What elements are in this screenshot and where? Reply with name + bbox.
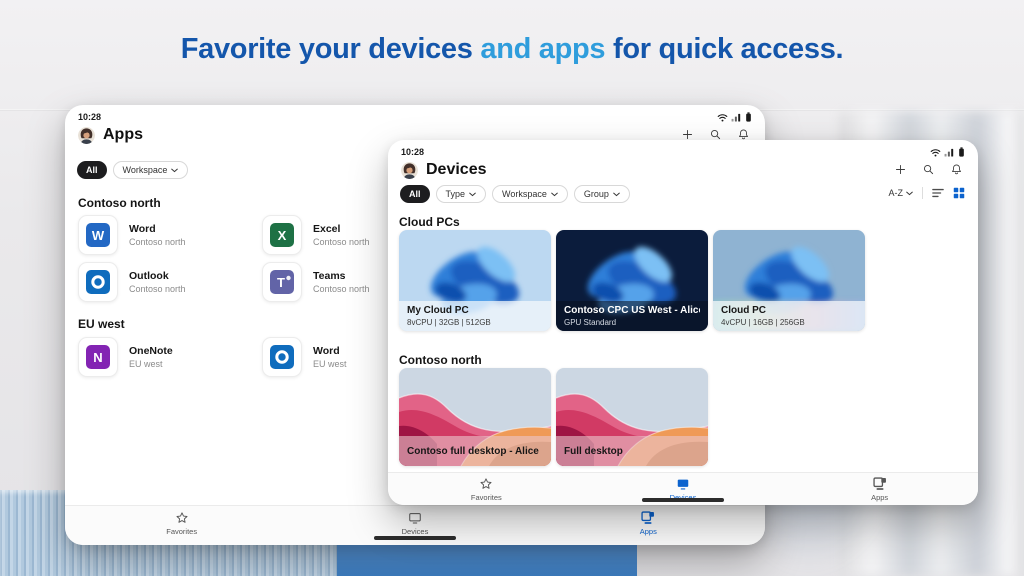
teams-icon [270,270,294,294]
device-card-contoso-cpc[interactable]: Contoso CPC US West - Alice GPU Standard [556,230,708,331]
section-title: Contoso north [399,353,482,367]
section-title: EU west [78,317,125,331]
app-tile-word[interactable]: Word Contoso north [78,215,262,255]
filter-chip-all[interactable]: All [400,185,430,203]
nav-item-favorites[interactable]: Favorites [137,511,227,536]
section-title: Contoso north [78,196,161,210]
user-avatar-icon [401,162,418,179]
page-title: Devices [426,161,487,179]
clock: 10:28 [78,112,101,122]
device-card-my-cloud-pc[interactable]: My Cloud PC 8vCPU | 32GB | 512GB [399,230,551,331]
outlook-icon [270,345,294,369]
avatar[interactable] [401,162,418,179]
nav-item-devices[interactable]: Devices [370,511,460,536]
chevron-down-icon [613,192,620,197]
status-bar: 10:28 [401,147,965,157]
device-card-full-desktop[interactable]: Full desktop [556,368,708,466]
view-tools: A-Z [889,187,966,199]
notifications-icon[interactable] [950,163,963,176]
monitor-icon [408,511,422,525]
chevron-down-icon [906,191,913,196]
section-title: Cloud PCs [399,215,460,229]
home-indicator[interactable] [642,498,724,502]
excel-icon [270,223,294,247]
divider [922,187,923,199]
nav-item-favorites[interactable]: Favorites [441,477,531,502]
chevron-down-icon [469,192,476,197]
battery-icon [958,147,965,157]
search-icon[interactable] [922,163,935,176]
filter-chip-group[interactable]: Group [574,185,630,203]
list-view-icon[interactable] [932,187,944,199]
apps-grid-icon [873,477,887,491]
star-icon [479,477,493,491]
outlook-icon [86,270,110,294]
filter-chip-workspace[interactable]: Workspace [113,161,189,179]
marketing-headline: Favorite your devices and apps for quick… [0,33,1024,66]
filter-chips: All Workspace [77,161,188,179]
nav-item-apps[interactable]: Apps [603,511,693,536]
headline-part-3: for quick access. [613,33,843,65]
star-icon [175,511,189,525]
chevron-down-icon [171,168,178,173]
avatar[interactable] [78,127,95,144]
user-avatar-icon [78,127,95,144]
device-card-row: My Cloud PC 8vCPU | 32GB | 512GB Contoso… [399,230,865,331]
monitor-icon [676,477,690,491]
sort-dropdown[interactable]: A-Z [889,188,914,198]
apps-grid-icon [641,511,655,525]
blue-object-background [337,541,637,576]
add-icon[interactable] [894,163,907,176]
filter-chips: All Type Workspace Group [400,185,630,203]
headline-part-1: Favorite your devices [181,33,473,65]
cell-signal-icon [944,148,955,157]
filter-chip-all[interactable]: All [77,161,107,179]
onenote-icon [86,345,110,369]
cell-signal-icon [731,113,742,122]
nav-item-apps[interactable]: Apps [835,477,925,502]
app-tile-outlook[interactable]: Outlook Contoso north [78,262,262,302]
grid-view-icon[interactable] [953,187,965,199]
home-indicator[interactable] [374,536,456,540]
app-tile-onenote[interactable]: OneNote EU west [78,337,262,377]
chevron-down-icon [551,192,558,197]
device-card-row: Contoso full desktop - Alice Full deskto… [399,368,708,466]
word-icon [86,223,110,247]
clock: 10:28 [401,147,424,157]
page-title: Apps [103,126,143,144]
wifi-icon [717,113,728,122]
filter-chip-workspace[interactable]: Workspace [492,185,568,203]
battery-icon [745,112,752,122]
status-bar: 10:28 [78,112,752,122]
wifi-icon [930,148,941,157]
device-card-contoso-full-desktop[interactable]: Contoso full desktop - Alice [399,368,551,466]
headline-part-2: and apps [480,33,605,65]
devices-window: 10:28 Devices All Type Workspace Group [388,140,978,505]
filter-chip-type[interactable]: Type [436,185,487,203]
device-card-cloud-pc[interactable]: Cloud PC 4vCPU | 16GB | 256GB [713,230,865,331]
